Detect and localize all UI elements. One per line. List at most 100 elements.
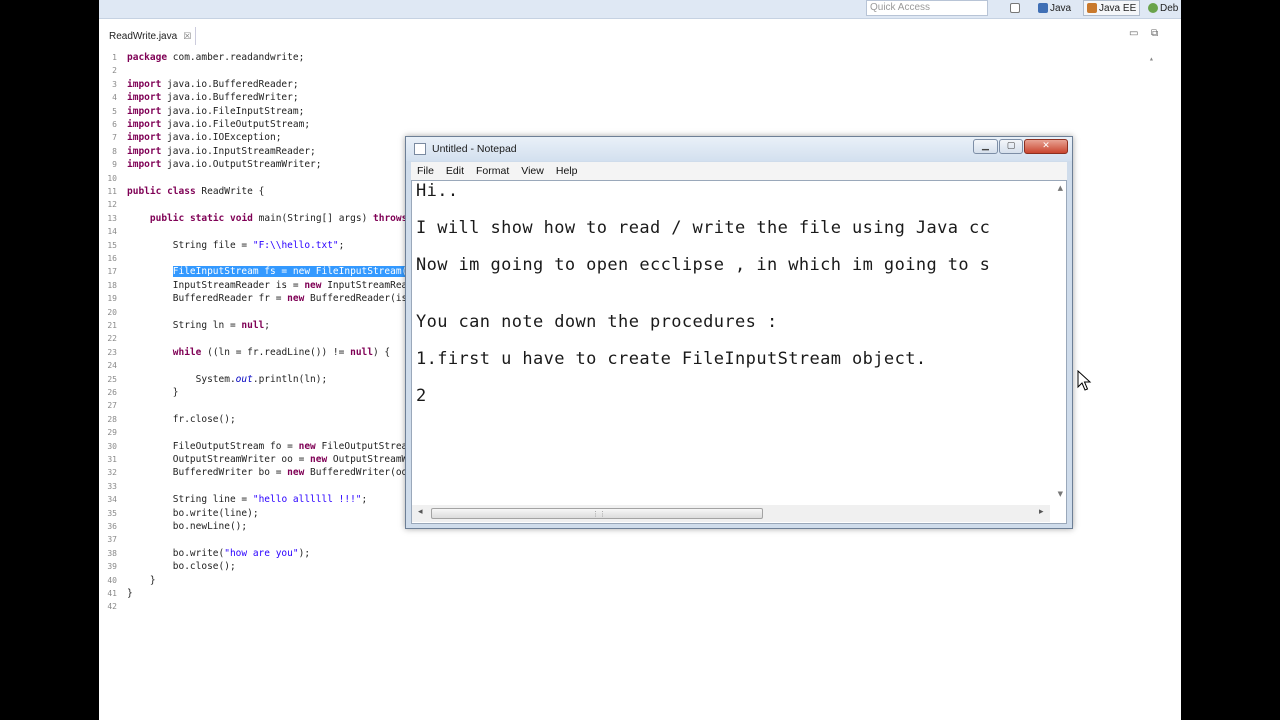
code-line[interactable]: 1 package com.amber.readandwrite;	[99, 51, 304, 64]
code-line[interactable]: 7 import java.io.IOException;	[99, 131, 281, 144]
perspective-java-ee[interactable]: Java EE	[1083, 0, 1141, 16]
maximize-button[interactable]: ▢	[999, 139, 1023, 154]
menu-item-file[interactable]: File	[411, 165, 440, 177]
code-line[interactable]: 37	[99, 533, 127, 546]
line-number: 3	[112, 79, 117, 89]
code-text: java.io.FileOutputStream;	[161, 119, 311, 130]
line-number: 32	[107, 468, 117, 478]
code-line[interactable]: 25 System.out.println(ln);	[99, 373, 327, 386]
line-number: 24	[107, 361, 117, 371]
open-perspective-button[interactable]	[1007, 0, 1023, 16]
code-text: ) {	[372, 346, 391, 358]
code-text: main(String[] args)	[252, 212, 374, 224]
line-number: 35	[107, 508, 117, 518]
code-line[interactable]: 5 import java.io.FileInputStream;	[99, 105, 304, 118]
minimize-button[interactable]: ▁	[973, 139, 998, 154]
line-number: 10	[107, 173, 117, 183]
scroll-left-arrow-icon[interactable]: ◂	[418, 507, 423, 517]
code-line[interactable]: 21 String ln = null;	[99, 319, 270, 332]
code-line[interactable]: 17 FileInputStream fs = new FileInputStr…	[99, 265, 442, 278]
horizontal-scrollbar[interactable]: ◂ ⋮⋮ ▸	[412, 505, 1050, 522]
code-line[interactable]: 15 String file = "F:\\hello.txt";	[99, 239, 344, 252]
line-number: 28	[107, 414, 117, 424]
code-line[interactable]: 4 import java.io.BufferedWriter;	[99, 91, 299, 104]
notepad-window[interactable]: Untitled - Notepad ▁ ▢ ✕ File Edit Format V…	[405, 136, 1073, 529]
code-line[interactable]: 14	[99, 225, 127, 238]
code-line[interactable]: 40 }	[99, 574, 155, 587]
quick-access-input[interactable]: Quick Access	[866, 0, 988, 16]
notepad-icon	[414, 143, 426, 155]
menu-item-edit[interactable]: Edit	[440, 165, 470, 177]
code-text: String file =	[127, 239, 253, 251]
menu-item-view[interactable]: View	[515, 165, 550, 177]
minimize-editor-button[interactable]: ▭	[1129, 28, 1138, 39]
code-line[interactable]: 20	[99, 306, 127, 319]
notepad-text-line: I will show how to read / write the file…	[416, 218, 991, 238]
code-line[interactable]: 32 BufferedWriter bo = new BufferedWrite…	[99, 466, 418, 479]
code-line[interactable]: 23 while ((ln = fr.readLine()) != null) …	[99, 346, 390, 359]
code-line[interactable]: 42	[99, 600, 127, 613]
scroll-up-arrow-icon[interactable]: ▲	[1058, 184, 1063, 192]
code-line[interactable]: 28 fr.close();	[99, 413, 235, 426]
scroll-right-arrow-icon[interactable]: ▸	[1039, 507, 1044, 517]
code-line[interactable]: 36 bo.newLine();	[99, 520, 247, 533]
close-button[interactable]: ✕	[1024, 139, 1068, 154]
code-line[interactable]: 39 bo.close();	[99, 560, 235, 573]
code-line[interactable]: 12	[99, 198, 127, 211]
code-line[interactable]: 16	[99, 252, 127, 265]
code-text: java.io.BufferedWriter;	[161, 92, 299, 104]
editor-tab-readwrite[interactable]: ReadWrite.java ☒	[99, 27, 197, 45]
menu-item-format[interactable]: Format	[470, 165, 515, 177]
code-line[interactable]: 10	[99, 172, 127, 185]
perspective-java[interactable]: Java	[1035, 0, 1074, 16]
code-line[interactable]: 26 }	[99, 386, 178, 399]
code-text: java.io.InputStreamReader;	[161, 145, 316, 157]
code-text: java.io.OutputStreamWriter;	[161, 159, 322, 171]
line-number: 21	[107, 321, 117, 330]
code-line[interactable]: 9 import java.io.OutputStreamWriter;	[99, 158, 321, 171]
code-line[interactable]: 11 public class ReadWrite {	[99, 185, 264, 198]
notepad-titlebar[interactable]: Untitled - Notepad ▁ ▢ ✕	[406, 137, 1072, 161]
menu-item-help[interactable]: Help	[550, 165, 584, 177]
perspective-debug[interactable]: Deb	[1145, 0, 1181, 16]
code-line[interactable]: 35 bo.write(line);	[99, 507, 258, 520]
code-line[interactable]: 24	[99, 359, 127, 372]
code-line[interactable]: 41}	[99, 587, 132, 600]
maximize-editor-button[interactable]: ⧉	[1151, 28, 1158, 39]
code-keyword: public	[149, 212, 185, 224]
code-line[interactable]: 6 import java.io.FileOutputStream;	[99, 118, 310, 131]
code-keyword: while	[172, 346, 202, 358]
code-line[interactable]: 29	[99, 426, 127, 439]
line-number: 2	[112, 66, 117, 76]
code-string: "F:\\hello.txt"	[252, 239, 339, 251]
code-keyword: null	[350, 346, 373, 358]
notepad-text-line: Now im going to open ecclipse , in which…	[416, 255, 991, 275]
code-text: ;	[264, 320, 271, 331]
code-line[interactable]: 19 BufferedReader fr = new BufferedReade…	[99, 292, 418, 305]
code-line[interactable]: 8 import java.io.InputStreamReader;	[99, 145, 316, 158]
line-number: 7	[112, 133, 117, 143]
code-line[interactable]: 2	[99, 64, 127, 77]
line-number: 41	[107, 589, 117, 598]
code-line[interactable]: 33	[99, 480, 127, 493]
close-icon[interactable]: ☒	[183, 31, 191, 42]
code-line[interactable]: 22	[99, 332, 127, 345]
notepad-text-area[interactable]: ▲ ▼ ◂ ⋮⋮ ▸ Hi.. I will show how to read /…	[411, 180, 1067, 524]
code-line[interactable]: 3 import java.io.BufferedReader;	[99, 78, 298, 91]
code-keyword: import	[127, 119, 162, 130]
line-number: 15	[107, 240, 117, 250]
scrollbar-thumb[interactable]: ⋮⋮	[431, 508, 763, 519]
line-number: 17	[107, 267, 117, 277]
code-line[interactable]: 27	[99, 399, 127, 412]
code-line[interactable]: 38 bo.write("how are you");	[99, 547, 310, 560]
code-line[interactable]: 30 FileOutputStream fo = new FileOutputS…	[99, 440, 453, 453]
code-line[interactable]: 18 InputStreamReader is = new InputStrea…	[99, 279, 453, 292]
code-line[interactable]: 34 String line = "hello allllll !!!";	[99, 493, 367, 506]
scroll-down-arrow-icon[interactable]: ▼	[1058, 490, 1063, 498]
code-keyword: new	[304, 279, 322, 291]
line-number: 34	[107, 495, 117, 505]
line-number: 14	[107, 227, 117, 237]
perspective-label: Java	[1050, 2, 1072, 14]
code-keyword: import	[127, 105, 162, 117]
